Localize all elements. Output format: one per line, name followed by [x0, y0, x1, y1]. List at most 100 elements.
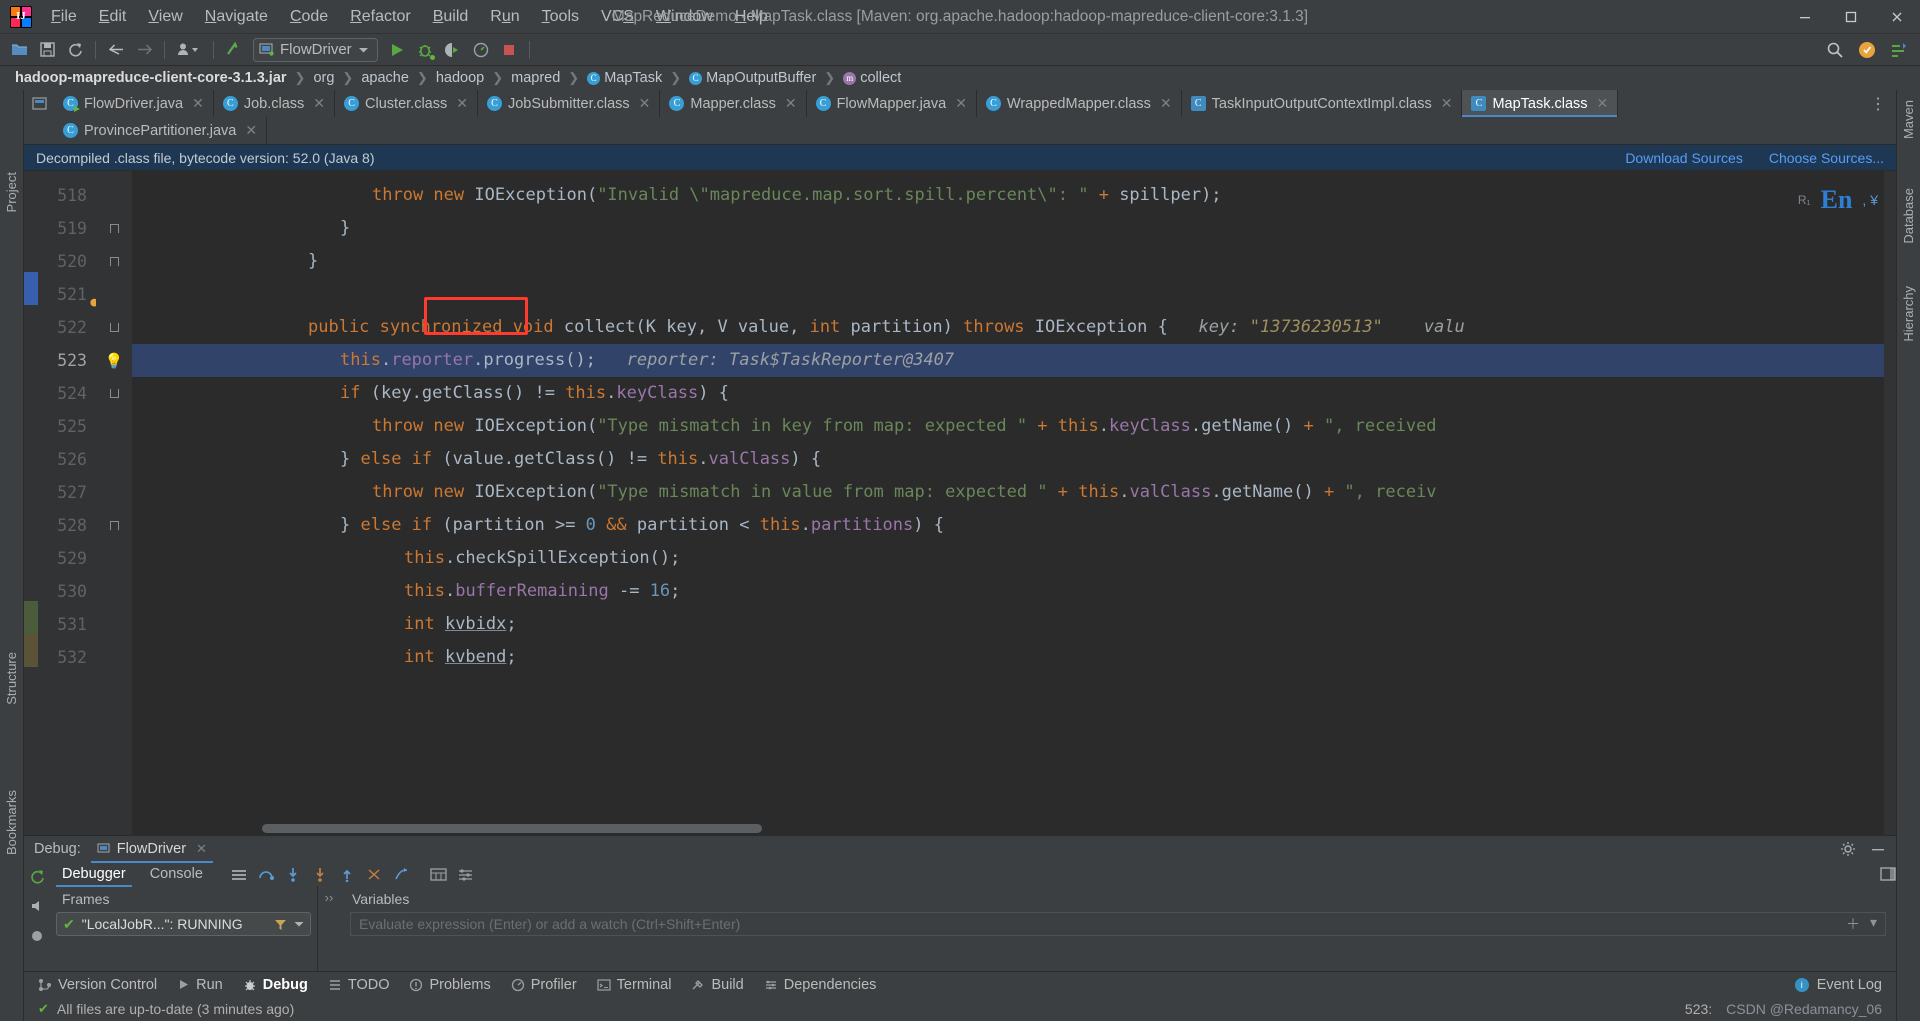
breadcrumb-item-jar[interactable]: hadoop-mapreduce-client-core-3.1.3.jar	[12, 69, 290, 87]
fold-marker-icon[interactable]	[109, 521, 119, 530]
toolwindow-build[interactable]: Build	[691, 977, 744, 993]
close-icon[interactable]: ✕	[456, 95, 468, 112]
layout-settings-icon[interactable]	[457, 867, 474, 882]
close-icon[interactable]: ✕	[313, 95, 325, 112]
tab-cluster-class[interactable]: C Cluster.class ✕	[335, 90, 478, 117]
caret-position[interactable]: 523:	[1685, 1001, 1712, 1017]
sidebar-item-structure[interactable]: Structure	[4, 652, 19, 705]
tab-maptask-class[interactable]: C MapTask.class ✕	[1462, 90, 1619, 117]
breadcrumb-item-org[interactable]: org	[310, 69, 337, 87]
toolwindow-problems[interactable]: Problems	[409, 977, 491, 993]
horizontal-scrollbar[interactable]	[262, 824, 762, 833]
toolwindow-profiler[interactable]: Profiler	[511, 977, 577, 993]
menu-code[interactable]: Code	[279, 4, 339, 30]
notifications-icon[interactable]	[1854, 37, 1880, 63]
step-over-icon[interactable]	[258, 867, 275, 882]
chevron-down-icon[interactable]	[294, 921, 304, 928]
menu-navigate[interactable]: Navigate	[194, 4, 279, 30]
restore-layout-icon[interactable]	[1880, 866, 1896, 882]
mute-breakpoints-icon[interactable]	[29, 898, 45, 914]
chevron-down-icon[interactable]: ▾	[1870, 914, 1877, 934]
close-button[interactable]	[1874, 0, 1920, 34]
tab-mapper-class[interactable]: C Mapper.class ✕	[660, 90, 807, 117]
settings-gear-icon[interactable]	[1886, 37, 1912, 63]
evaluate-expression-input[interactable]: Evaluate expression (Enter) or add a wat…	[350, 912, 1886, 936]
tab-provincepartitioner-java[interactable]: C ProvincePartitioner.java ✕	[54, 117, 268, 144]
tab-overflow-icon[interactable]: ⋮	[1860, 90, 1896, 117]
close-icon[interactable]: ✕	[192, 95, 204, 112]
sidebar-item-bookmarks[interactable]: Bookmarks	[4, 790, 19, 855]
event-log-button[interactable]: Event Log	[1817, 977, 1882, 993]
toolwindow-terminal[interactable]: Terminal	[597, 977, 671, 993]
close-icon[interactable]: ✕	[639, 95, 651, 112]
gear-icon[interactable]	[1840, 841, 1856, 857]
tab-jobsubmitter-class[interactable]: C JobSubmitter.class ✕	[478, 90, 661, 117]
maximize-button[interactable]	[1828, 0, 1874, 34]
evaluate-expression-icon[interactable]	[430, 867, 447, 882]
close-icon[interactable]: ✕	[955, 95, 967, 112]
menu-edit[interactable]: Edit	[88, 4, 138, 30]
menu-vcs[interactable]: VCS	[590, 4, 645, 30]
navigate-forward-icon[interactable]	[131, 37, 157, 63]
tab-taskinputoutputcontextimpl-class[interactable]: C TaskInputOutputContextImpl.class ✕	[1182, 90, 1463, 117]
breadcrumb-item-maptask[interactable]: C MapTask	[584, 69, 665, 87]
filter-icon[interactable]	[274, 918, 287, 931]
minimize-icon[interactable]	[1870, 841, 1886, 857]
sidebar-item-database[interactable]: Database	[1901, 188, 1916, 244]
close-icon[interactable]: ✕	[245, 122, 257, 139]
breadcrumb-item-apache[interactable]: apache	[358, 69, 412, 87]
fold-marker-icon[interactable]	[109, 257, 119, 266]
close-icon[interactable]: ✕	[196, 841, 207, 857]
menu-window[interactable]: Window	[645, 4, 724, 30]
search-everywhere-icon[interactable]	[1822, 37, 1848, 63]
force-step-into-icon[interactable]	[312, 867, 329, 882]
menu-refactor[interactable]: Refactor	[339, 4, 421, 30]
tab-list-icon[interactable]	[24, 90, 54, 117]
synchronize-icon[interactable]	[62, 37, 88, 63]
breadcrumb-item-collect[interactable]: m collect	[840, 69, 904, 87]
close-icon[interactable]: ✕	[785, 95, 797, 112]
fold-marker-icon[interactable]	[109, 323, 119, 332]
run-to-cursor-icon[interactable]	[393, 867, 410, 882]
fold-marker-icon[interactable]	[109, 389, 119, 398]
frames-collapse-handle[interactable]: ››	[318, 886, 340, 971]
debug-session-tab[interactable]: FlowDriver ✕	[90, 840, 214, 863]
close-icon[interactable]: ✕	[1597, 95, 1609, 112]
sidebar-item-maven[interactable]: Maven	[1901, 100, 1916, 139]
download-sources-link[interactable]: Download Sources	[1625, 150, 1743, 166]
tab-job-class[interactable]: C Job.class ✕	[214, 90, 336, 117]
toolwindow-debug[interactable]: Debug	[243, 977, 308, 993]
fold-marker-icon[interactable]	[109, 224, 119, 233]
fold-breakpoint-column[interactable]: 💡	[96, 171, 132, 835]
drop-frame-icon[interactable]	[366, 867, 383, 882]
run-button[interactable]	[384, 37, 410, 63]
navigate-back-icon[interactable]	[103, 37, 129, 63]
tab-debugger[interactable]: Debugger	[52, 864, 136, 887]
sidebar-item-hierarchy[interactable]: Hierarchy	[1901, 286, 1916, 342]
tab-wrappedmapper-class[interactable]: C WrappedMapper.class ✕	[977, 90, 1182, 117]
manage-profiles-icon[interactable]	[172, 37, 206, 63]
breadcrumb-item-mapred[interactable]: mapred	[508, 69, 563, 87]
view-breakpoints-icon[interactable]	[29, 928, 45, 944]
save-all-icon[interactable]	[34, 37, 60, 63]
run-configuration-selector[interactable]: FlowDriver	[253, 37, 378, 62]
menu-help[interactable]: Help	[724, 4, 779, 30]
code-text-area[interactable]: throw new IOException("Invalid \"mapredu…	[132, 171, 1896, 835]
tab-console[interactable]: Console	[140, 864, 213, 884]
toolwindow-dependencies[interactable]: Dependencies	[764, 977, 876, 993]
run-with-coverage-icon[interactable]	[440, 37, 466, 63]
update-project-icon[interactable]	[221, 37, 247, 63]
menu-run[interactable]: Run	[479, 4, 530, 30]
breadcrumb-item-hadoop[interactable]: hadoop	[433, 69, 487, 87]
intention-bulb-icon[interactable]: 💡	[105, 352, 124, 370]
code-editor[interactable]: 518 519 520 521 522 523 524 525 526 527 …	[24, 171, 1896, 835]
menu-build[interactable]: Build	[422, 4, 480, 30]
show-execution-point-icon[interactable]	[231, 867, 248, 882]
close-icon[interactable]: ✕	[1160, 95, 1172, 112]
menu-view[interactable]: View	[137, 4, 193, 30]
sidebar-item-project[interactable]: Project	[4, 172, 19, 212]
open-project-icon[interactable]	[6, 37, 32, 63]
toolwindow-version-control[interactable]: Version Control	[38, 977, 157, 993]
tab-flowdriver-java[interactable]: C FlowDriver.java ✕	[54, 90, 214, 117]
close-icon[interactable]: ✕	[1441, 95, 1453, 112]
